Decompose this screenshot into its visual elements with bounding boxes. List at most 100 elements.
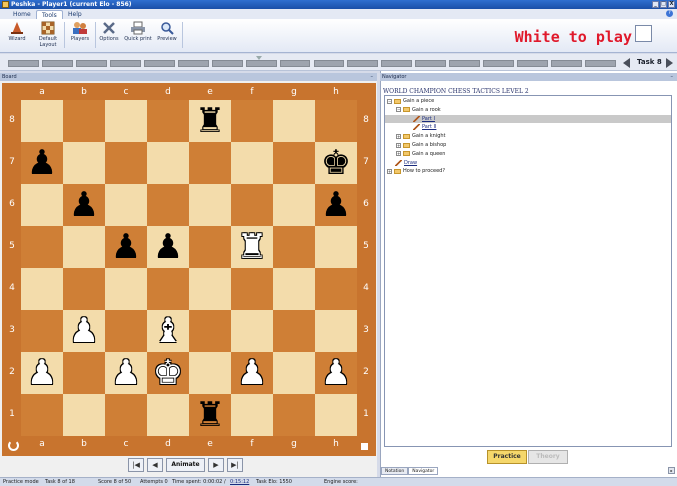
options-button[interactable]: Options xyxy=(97,21,121,49)
black-pawn-d5[interactable]: ♟ xyxy=(147,226,189,268)
last-move-button[interactable]: ▶| xyxy=(227,458,243,472)
square-a5[interactable] xyxy=(21,226,63,268)
square-f1[interactable] xyxy=(231,394,273,436)
square-c7[interactable] xyxy=(105,142,147,184)
white-pawn-c2[interactable]: ♟ xyxy=(105,352,147,394)
square-c8[interactable] xyxy=(105,100,147,142)
task-segment[interactable] xyxy=(41,60,73,67)
previous-task-button[interactable] xyxy=(623,58,630,68)
practice-button[interactable]: Practice xyxy=(487,450,527,464)
navigator-panel-collapse[interactable]: – xyxy=(671,73,674,81)
square-g8[interactable] xyxy=(273,100,315,142)
square-g2[interactable] xyxy=(273,352,315,394)
square-c6[interactable] xyxy=(105,184,147,226)
white-pawn-b3[interactable]: ♟ xyxy=(63,310,105,352)
task-segment[interactable] xyxy=(585,60,616,67)
task-segment[interactable] xyxy=(279,60,311,67)
animate-button[interactable]: Animate xyxy=(166,458,205,472)
white-pawn-a2[interactable]: ♟ xyxy=(21,352,63,394)
tab-navigator[interactable]: Navigator xyxy=(408,467,439,475)
expand-icon[interactable]: + xyxy=(396,142,401,148)
scroll-right-arrow[interactable]: ▸ xyxy=(668,467,675,474)
tab-help[interactable]: Help xyxy=(63,10,87,19)
white-king-d2[interactable]: ♚ xyxy=(147,352,189,394)
tab-tools[interactable]: Tools xyxy=(36,10,63,19)
square-a6[interactable] xyxy=(21,184,63,226)
task-segment[interactable] xyxy=(177,60,209,67)
square-d7[interactable] xyxy=(147,142,189,184)
tree-item[interactable]: + Gain a bishop xyxy=(396,141,446,149)
collapse-icon[interactable]: − xyxy=(387,98,392,104)
previous-move-button[interactable]: ◀ xyxy=(147,458,163,472)
square-e6[interactable] xyxy=(189,184,231,226)
tree-item[interactable]: Part I xyxy=(405,115,435,123)
tree-item[interactable]: Draw xyxy=(387,159,417,167)
status-time-limit[interactable]: 0:15:12 xyxy=(230,478,249,486)
square-f4[interactable] xyxy=(231,268,273,310)
default-layout-button[interactable]: Default Layout xyxy=(34,21,62,49)
square-g7[interactable] xyxy=(273,142,315,184)
expand-icon[interactable]: + xyxy=(396,133,401,139)
square-a4[interactable] xyxy=(21,268,63,310)
square-g1[interactable] xyxy=(273,394,315,436)
wizard-button[interactable]: Wizard xyxy=(3,21,31,49)
task-segment[interactable] xyxy=(347,60,379,67)
tree-item[interactable]: Part II xyxy=(405,123,436,131)
task-segment[interactable] xyxy=(245,60,277,67)
square-h1[interactable] xyxy=(315,394,357,436)
tab-home[interactable]: Home xyxy=(8,10,36,19)
task-segment[interactable] xyxy=(143,60,175,67)
preview-button[interactable]: Preview xyxy=(154,21,180,49)
square-h4[interactable] xyxy=(315,268,357,310)
first-move-button[interactable]: |◀ xyxy=(128,458,144,472)
players-button[interactable]: Players xyxy=(67,21,93,49)
square-e7[interactable] xyxy=(189,142,231,184)
square-d8[interactable] xyxy=(147,100,189,142)
black-pawn-a7[interactable]: ♟ xyxy=(21,142,63,184)
white-pawn-f2[interactable]: ♟ xyxy=(231,352,273,394)
black-pawn-b6[interactable]: ♟ xyxy=(63,184,105,226)
tree-item[interactable]: − Gain a rook xyxy=(396,106,441,114)
square-b8[interactable] xyxy=(63,100,105,142)
square-f6[interactable] xyxy=(231,184,273,226)
tab-notation[interactable]: Notation xyxy=(381,467,409,475)
white-rook-f5[interactable]: ♜ xyxy=(231,226,273,268)
task-segment[interactable] xyxy=(381,60,413,67)
task-segment[interactable] xyxy=(211,60,243,67)
square-b1[interactable] xyxy=(63,394,105,436)
square-g5[interactable] xyxy=(273,226,315,268)
black-rook-e8[interactable]: ♜ xyxy=(189,100,231,142)
square-g4[interactable] xyxy=(273,268,315,310)
square-h8[interactable] xyxy=(315,100,357,142)
theory-button[interactable]: Theory xyxy=(528,450,568,464)
maximize-button[interactable]: □ xyxy=(660,1,667,8)
square-f8[interactable] xyxy=(231,100,273,142)
square-b5[interactable] xyxy=(63,226,105,268)
square-e2[interactable] xyxy=(189,352,231,394)
black-rook-e1[interactable]: ♜ xyxy=(189,394,231,436)
square-a1[interactable] xyxy=(21,394,63,436)
board-panel-collapse[interactable]: – xyxy=(371,73,374,81)
minimize-button[interactable]: _ xyxy=(652,1,659,8)
task-segment[interactable] xyxy=(483,60,515,67)
square-b2[interactable] xyxy=(63,352,105,394)
expand-icon[interactable]: + xyxy=(387,168,392,174)
task-segment[interactable] xyxy=(109,60,141,67)
black-king-h7[interactable]: ♚ xyxy=(315,142,357,184)
square-d1[interactable] xyxy=(147,394,189,436)
task-segment[interactable] xyxy=(517,60,549,67)
black-pawn-h6[interactable]: ♟ xyxy=(315,184,357,226)
square-d4[interactable] xyxy=(147,268,189,310)
square-b4[interactable] xyxy=(63,268,105,310)
flip-board-icon[interactable] xyxy=(8,440,19,451)
square-a3[interactable] xyxy=(21,310,63,352)
quick-print-button[interactable]: Quick print xyxy=(123,21,153,49)
next-move-button[interactable]: ▶ xyxy=(208,458,224,472)
square-c1[interactable] xyxy=(105,394,147,436)
help-icon[interactable]: ? xyxy=(666,10,673,17)
square-e4[interactable] xyxy=(189,268,231,310)
close-button[interactable]: X xyxy=(668,1,675,8)
square-c3[interactable] xyxy=(105,310,147,352)
task-segment[interactable] xyxy=(313,60,345,67)
black-pawn-c5[interactable]: ♟ xyxy=(105,226,147,268)
